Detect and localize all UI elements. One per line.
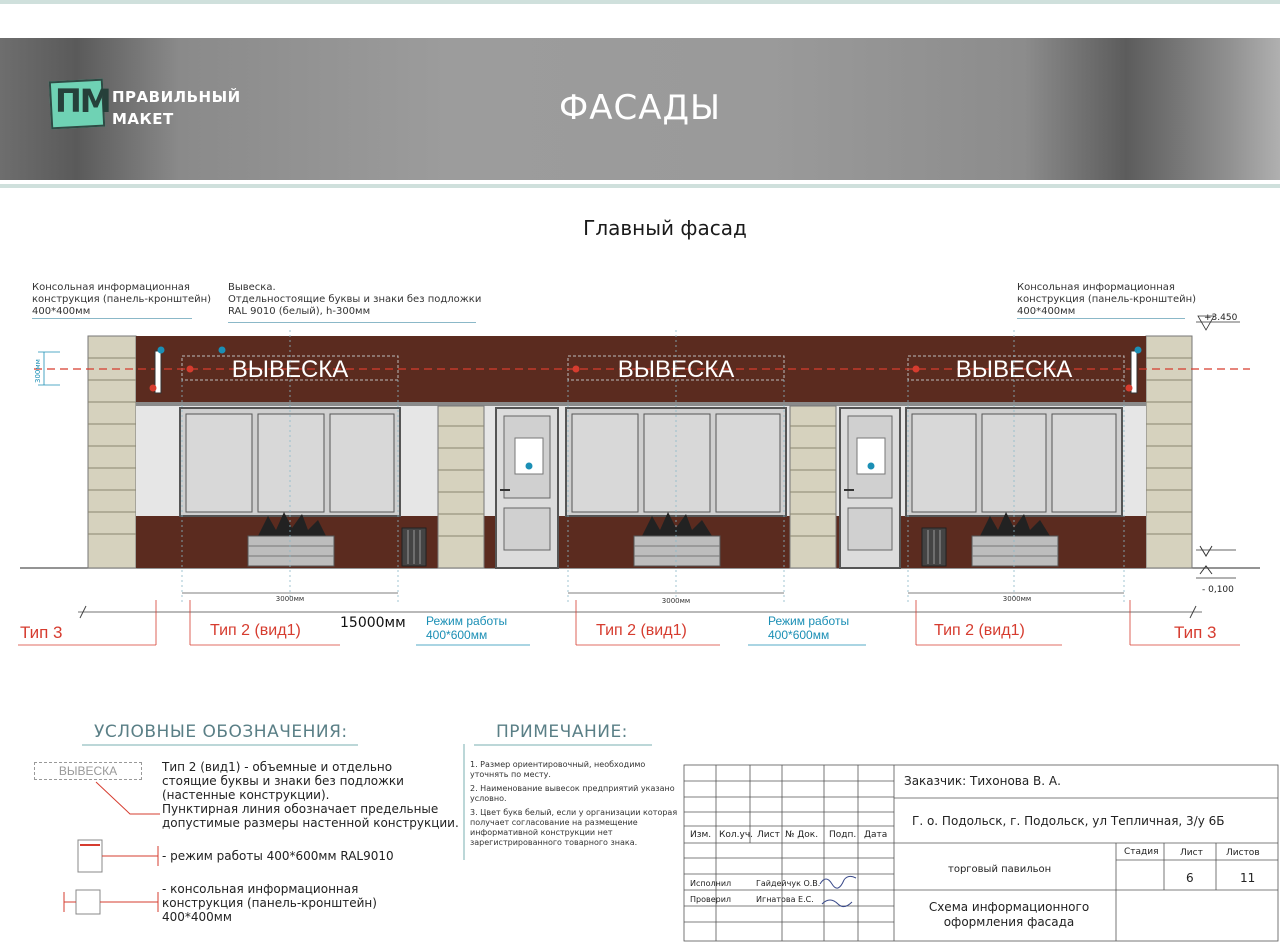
stamp-checker-role: Проверил [690,895,732,904]
stamp-header-date: Дата [864,830,888,840]
trash-bin-2 [921,527,947,567]
dim-3000-2: 3000мм [662,597,690,605]
label-type2-3: Тип 2 (вид1) [934,622,1025,639]
legend-sample-text: ВЫВЕСКА [58,764,118,778]
elevation-bottom: - 0,100 [1202,585,1234,595]
hours-size: 400*600мм [768,628,830,642]
notes-title: ПРИМЕЧАНИЕ: [496,722,628,742]
elevation-mark-bottom [1199,565,1213,575]
hours-size: 400*600мм [426,628,488,642]
stamp-sheet-label: Лист [1180,848,1203,858]
legend-item-console: - консольная информационная конструкция … [162,882,377,924]
legend-line: - консольная информационная [162,882,359,896]
legend-title-underline [82,744,358,746]
hours-title: Режим работы [426,614,508,628]
stamp-sheet: 6 [1186,871,1194,885]
door-2 [839,407,901,569]
pilaster-1 [437,405,485,569]
legend-line: (настенные конструкции). [162,788,330,802]
legend-line: 400*400мм [162,910,232,924]
stamp-header-sign: Подп. [829,830,857,840]
stamp-customer: Заказчик: Тихонова В. А. [904,774,1061,788]
drawing-line: Схема информационного [928,900,1090,914]
stamp-header-kol: Кол.уч. [719,830,754,840]
dim-3000-1: 3000мм [276,595,304,603]
legend-line: Тип 2 (вид1) - объемные и отдельно [162,760,393,774]
stamp-performer: Гайдейчук О.В. [756,879,821,888]
notes-title-underline [474,744,652,746]
label-hours-1: Режим работы 400*600мм [426,614,507,642]
trash-bin-1 [401,527,427,567]
legend-title: УСЛОВНЫЕ ОБОЗНАЧЕНИЯ: [94,722,348,742]
stamp-checker: Игнатова Е.С. [756,895,814,904]
stamp-sheets-label: Листов [1226,848,1260,858]
door-1 [495,407,559,569]
legend-item-hours: - режим работы 400*600мм RAL9010 [162,849,394,863]
legend-line: конструкция (панель-кронштейн) [162,896,377,910]
note-item: 1. Размер ориентировочный, необходимо ут… [470,760,646,779]
label-type2-1: Тип 2 (вид1) [210,622,301,639]
note-item: 2. Наименование вывесок предприятий указ… [470,784,675,803]
legend-line: Пунктирная линия обозначает предельные [162,802,439,816]
stamp-header-doc: № Док. [785,830,819,840]
legend-line: стоящие буквы и знаки без подложки [162,774,404,788]
elevation-mark-mid [1199,545,1213,557]
dim-3000-3: 3000мм [1003,595,1031,603]
stamp-stage-label: Стадия [1124,847,1159,857]
legend-line: допустимые размеры настенной конструкции… [162,816,459,830]
note-item: 3. Цвет букв белый, если у организации к… [470,808,678,847]
legend-sample-sign: ВЫВЕСКА [34,762,142,780]
stamp-address: Г. о. Подольск, г. Подольск, ул Теплична… [912,814,1225,828]
right-column [1145,335,1193,569]
label-type3-right: Тип 3 [1174,623,1217,642]
label-type3-left: Тип 3 [20,623,63,642]
stamp-drawing-title: Схема информационного оформления фасада [906,900,1112,930]
notes-list: 1. Размер ориентировочный, необходимо ут… [470,760,680,852]
dimension-total: 15000мм [340,615,406,631]
hours-title: Режим работы [768,614,850,628]
elevation-top: +3.450 [1204,313,1238,323]
left-column [87,335,137,569]
stamp-sheets: 11 [1240,871,1256,885]
fascia-edge [136,402,1146,406]
label-hours-2: Режим работы 400*600мм [768,614,849,642]
stamp-header-list: Лист [757,830,780,840]
pilaster-2 [789,405,837,569]
stamp-performer-role: Исполнил [690,879,732,888]
label-type2-2: Тип 2 (вид1) [596,622,687,639]
stamp-header-izm: Изм. [690,830,712,840]
legend-item-sign: Тип 2 (вид1) - объемные и отдельно стоящ… [162,760,459,830]
drawing-line: оформления фасада [943,915,1075,929]
stamp-object: торговый павильон [948,864,1052,875]
sign-height-label: 300мм [34,359,42,383]
